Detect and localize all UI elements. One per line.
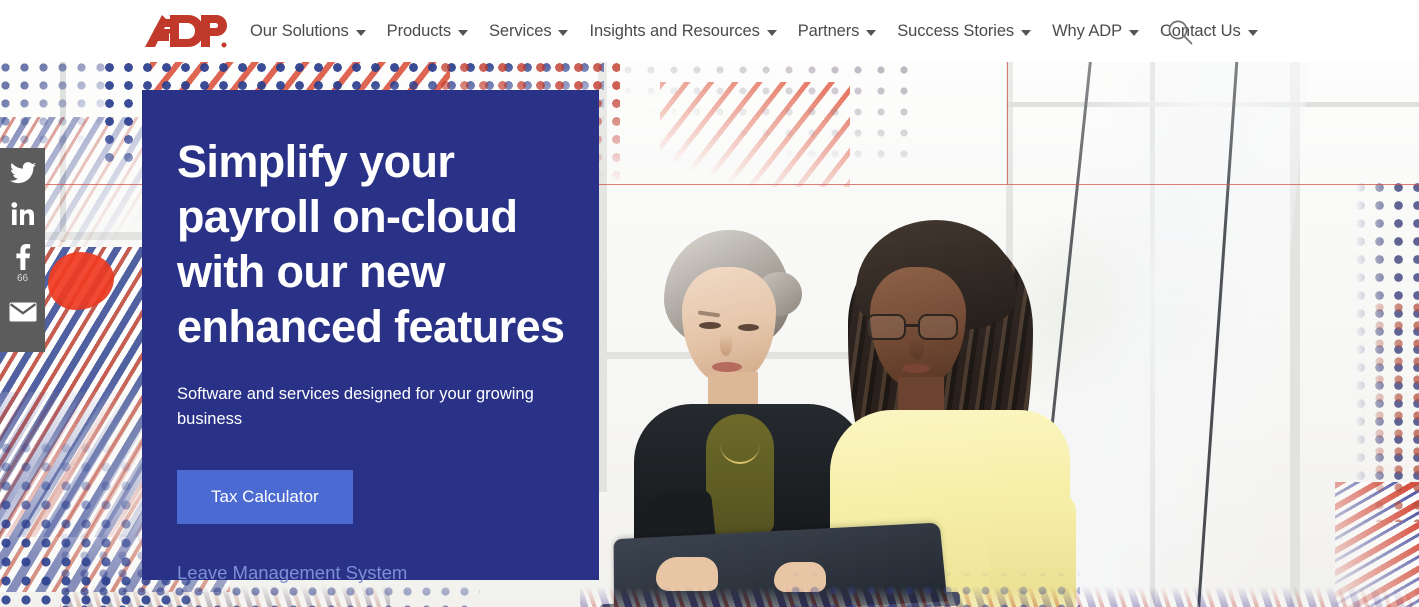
chevron-down-icon [866, 29, 877, 36]
brand-dot-pattern [1355, 302, 1419, 522]
nav-item-our-solutions[interactable]: Our Solutions [250, 22, 378, 41]
glasses-lens [866, 314, 906, 340]
share-twitter-button[interactable] [0, 162, 45, 184]
nav-item-insights-and-resources[interactable]: Insights and Resources [589, 22, 788, 41]
facebook-share-count: 66 [16, 273, 29, 284]
brand-dot-pattern [620, 62, 920, 167]
nav-label: Success Stories [897, 21, 1015, 40]
nav-item-services[interactable]: Services [489, 22, 580, 41]
brand-dot-pattern [790, 567, 1080, 607]
chevron-down-icon [1021, 29, 1032, 36]
person-left-eye [699, 322, 721, 329]
nav-label: Services [489, 21, 552, 40]
main-navigation: Our Solutions Products Services Insights… [250, 0, 1272, 62]
nav-item-why-adp[interactable]: Why ADP [1052, 22, 1151, 41]
person-left-necklace [720, 424, 760, 464]
site-header: Our Solutions Products Services Insights… [0, 0, 1419, 62]
tax-calculator-button[interactable]: Tax Calculator [177, 470, 353, 524]
person-left-mouth [712, 362, 742, 372]
chevron-down-icon [458, 29, 468, 36]
person-right-mouth [902, 364, 930, 373]
twitter-icon [9, 162, 36, 184]
adp-homepage: Simplify your payroll on-cloud with our … [0, 0, 1419, 607]
adp-logo[interactable] [140, 11, 228, 51]
glasses-bridge [906, 324, 918, 327]
search-icon [1166, 20, 1194, 50]
search-button[interactable] [1166, 18, 1194, 46]
brand-guide-line [1007, 62, 1008, 184]
chevron-down-icon [355, 29, 366, 36]
glasses-lens [918, 314, 958, 340]
brand-dot-pattern [0, 62, 110, 152]
chevron-down-icon [766, 29, 777, 36]
person-left-eye [738, 324, 759, 331]
nav-label: Insights and Resources [589, 21, 760, 40]
chevron-down-icon [1247, 29, 1258, 36]
page-title: Simplify your payroll on-cloud with our … [177, 136, 565, 352]
nav-label: Partners [797, 21, 860, 40]
nav-item-partners[interactable]: Partners [798, 22, 889, 41]
social-share-sidebar: 66 [0, 148, 45, 352]
share-linkedin-button[interactable] [0, 202, 45, 226]
chevron-down-icon [1128, 29, 1139, 36]
leave-management-system-link[interactable]: Leave Management System [177, 562, 563, 584]
eyeglasses-icon [864, 314, 972, 340]
chevron-down-icon [558, 29, 569, 36]
nav-item-products[interactable]: Products [387, 22, 480, 41]
person-left-nose [720, 334, 732, 356]
share-facebook-button[interactable]: 66 [0, 244, 45, 284]
hero-content-panel: Simplify your payroll on-cloud with our … [142, 90, 599, 583]
email-icon [9, 302, 37, 322]
nav-label: Why ADP [1052, 21, 1122, 40]
nav-item-success-stories[interactable]: Success Stories [897, 22, 1043, 41]
nav-label: Products [386, 21, 451, 40]
linkedin-icon [10, 202, 35, 226]
share-email-button[interactable] [0, 302, 45, 322]
nav-label: Our Solutions [250, 21, 349, 40]
hero-subtitle: Software and services designed for your … [177, 385, 534, 428]
facebook-icon [15, 244, 31, 270]
person-right-nose [910, 338, 924, 360]
